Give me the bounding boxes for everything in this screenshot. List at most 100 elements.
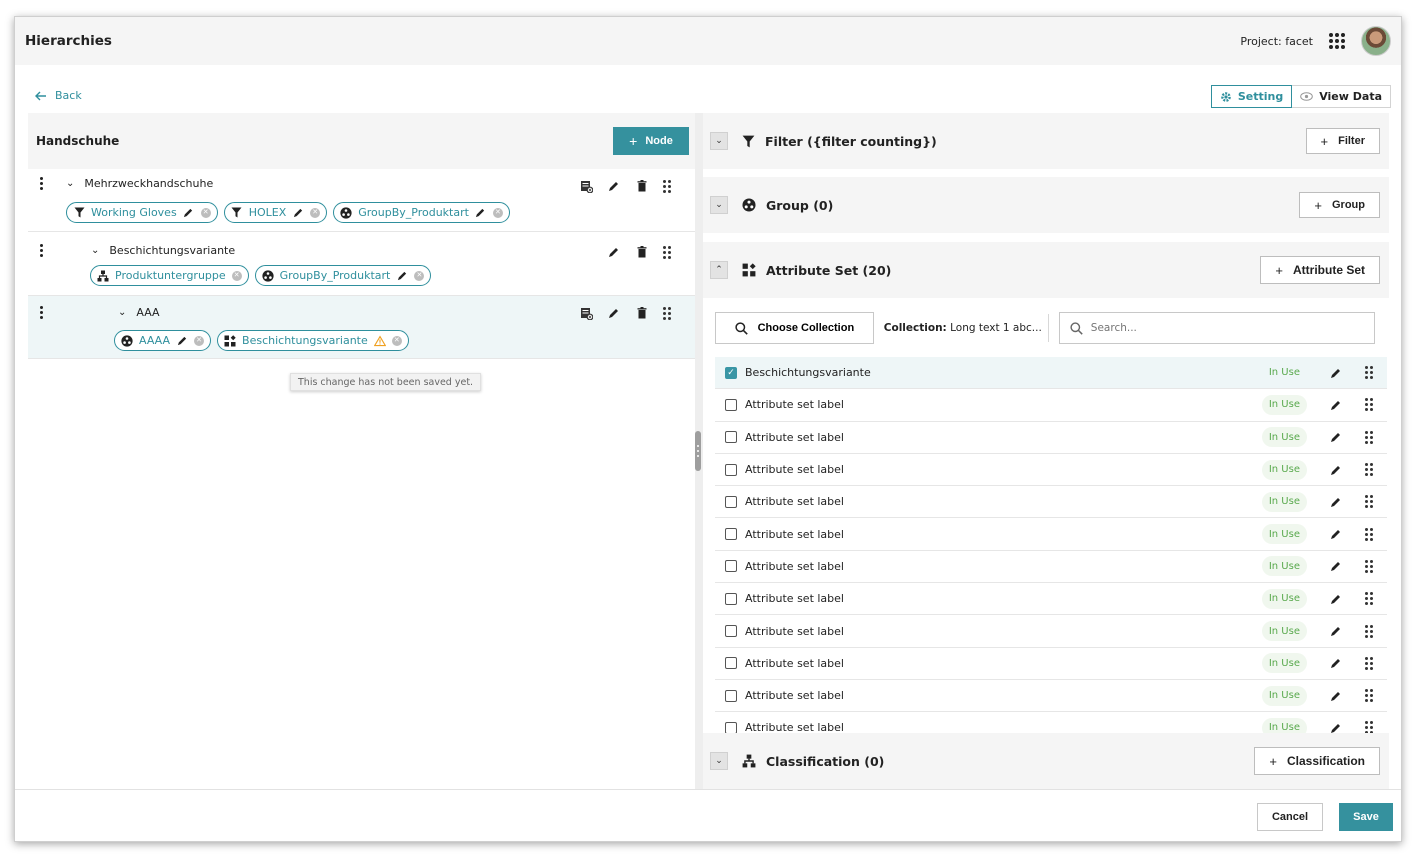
chevron-down-icon[interactable]: ⌄ [710,132,728,150]
user-avatar[interactable] [1361,26,1391,56]
drag-handle-icon[interactable] [1365,624,1375,638]
tree-node[interactable]: ⌄ Mehrzweckhandschuhe Working Gloves ✕ H… [28,169,697,232]
remove-chip-icon[interactable]: ✕ [492,207,503,218]
view-data-tab[interactable]: View Data [1292,85,1391,108]
attribute-row[interactable]: Attribute set label In Use [715,486,1387,519]
row-checkbox[interactable] [725,592,737,605]
drag-handle-icon[interactable] [663,245,673,259]
row-checkbox[interactable] [725,560,737,573]
edit-icon[interactable] [176,335,188,347]
drag-handle-icon[interactable] [663,179,673,193]
drag-handle-icon[interactable] [1365,689,1375,703]
node-label[interactable]: Mehrzweckhandschuhe [84,177,213,190]
attribute-row[interactable]: Attribute set label In Use [715,615,1387,648]
attribute-row[interactable]: Attribute set label In Use [715,551,1387,584]
edit-icon[interactable] [1329,463,1343,477]
node-label[interactable]: Beschichtungsvariante [109,244,235,257]
edit-icon[interactable] [1329,689,1343,703]
edit-icon[interactable] [607,306,621,320]
edit-icon[interactable] [1329,527,1343,541]
remove-chip-icon[interactable]: ✕ [200,207,211,218]
add-filter-icon[interactable] [579,179,593,193]
cancel-button[interactable]: Cancel [1257,803,1323,831]
attribute-row[interactable]: Attribute set label In Use [715,712,1387,733]
chevron-down-icon[interactable]: ⌄ [710,752,728,770]
node-menu-icon[interactable] [40,306,44,319]
node-menu-icon[interactable] [40,177,44,190]
drag-handle-icon[interactable] [1365,430,1375,444]
tree-node-selected[interactable]: ⌄ AAA AAAA ✕ Beschichtungsvariante ✕ [28,296,697,359]
edit-icon[interactable] [1329,592,1343,606]
attribute-search-input[interactable] [1090,322,1351,334]
edit-icon[interactable] [1329,495,1343,509]
row-checkbox[interactable] [725,689,737,702]
drag-handle-icon[interactable] [1365,463,1375,477]
delete-icon[interactable] [635,306,649,320]
attribute-search[interactable] [1058,312,1375,344]
chevron-down-icon[interactable]: ⌄ [710,196,728,214]
drag-handle-icon[interactable] [663,306,673,320]
drag-handle-icon[interactable] [1365,592,1375,606]
group-chip[interactable]: GroupBy_Produktart ✕ [333,202,510,223]
edit-icon[interactable] [607,179,621,193]
row-checkbox[interactable] [725,431,737,444]
chevron-down-icon[interactable]: ⌄ [118,307,126,318]
remove-chip-icon[interactable]: ✕ [194,335,205,346]
remove-chip-icon[interactable]: ✕ [231,270,242,281]
node-label[interactable]: AAA [136,306,159,319]
drag-handle-icon[interactable] [1365,656,1375,670]
row-checkbox[interactable] [725,495,737,508]
edit-icon[interactable] [607,245,621,259]
remove-chip-icon[interactable]: ✕ [310,207,321,218]
remove-chip-icon[interactable]: ✕ [414,270,425,281]
add-filter-icon[interactable] [579,306,593,320]
edit-icon[interactable] [475,207,487,219]
edit-icon[interactable] [1329,398,1343,412]
edit-icon[interactable] [183,207,195,219]
edit-icon[interactable] [292,207,304,219]
add-filter-button[interactable]: + Filter [1305,128,1380,154]
drag-handle-icon[interactable] [1365,527,1375,541]
edit-icon[interactable] [1329,721,1343,733]
chevron-up-icon[interactable]: ⌃ [710,261,728,279]
chevron-down-icon[interactable]: ⌄ [91,245,99,256]
project-label[interactable]: Project: facet [1240,35,1313,48]
attribute-row[interactable]: Attribute set label In Use [715,583,1387,616]
row-checkbox[interactable]: ✓ [725,366,737,379]
attribute-row[interactable]: Attribute set label In Use [715,422,1387,454]
attribute-row[interactable]: Attribute set label In Use [715,680,1387,713]
edit-icon[interactable] [1329,656,1343,670]
group-chip[interactable]: AAAA ✕ [114,330,212,351]
filter-chip[interactable]: HOLEX ✕ [223,202,328,223]
drag-handle-icon[interactable] [1365,721,1375,733]
add-classification-button[interactable]: + Classification [1254,747,1380,775]
save-button[interactable]: Save [1339,803,1393,831]
delete-icon[interactable] [635,179,649,193]
drag-handle-icon[interactable] [1365,495,1375,509]
attribute-row[interactable]: Attribute set label In Use [715,518,1387,551]
filter-chip[interactable]: Working Gloves ✕ [66,202,218,223]
row-checkbox[interactable] [725,528,737,541]
edit-icon[interactable] [1329,430,1343,444]
add-attribute-set-button[interactable]: + Attribute Set [1260,256,1380,284]
group-chip[interactable]: GroupBy_Produktart ✕ [254,265,432,286]
hierarchy-chip[interactable]: Produktuntergruppe ✕ [90,265,249,286]
row-checkbox[interactable] [725,721,737,733]
edit-icon[interactable] [1329,559,1343,573]
row-checkbox[interactable] [725,625,737,638]
resize-handle[interactable] [695,431,701,471]
edit-icon[interactable] [1329,366,1343,380]
row-checkbox[interactable] [725,657,737,670]
attribute-set-chip[interactable]: Beschichtungsvariante ✕ [217,330,409,351]
apps-grid-icon[interactable] [1329,33,1345,49]
edit-icon[interactable] [1329,624,1343,638]
attribute-row[interactable]: ✓ Beschichtungsvariante In Use [715,357,1387,390]
setting-tab[interactable]: Setting [1210,85,1293,108]
attribute-row[interactable]: Attribute set label In Use [715,648,1387,680]
row-checkbox[interactable] [725,463,737,476]
attribute-row[interactable]: Attribute set label In Use [715,454,1387,487]
add-group-button[interactable]: + Group [1299,192,1380,218]
drag-handle-icon[interactable] [1365,559,1375,573]
drag-handle-icon[interactable] [1365,398,1375,412]
remove-chip-icon[interactable]: ✕ [391,335,402,346]
